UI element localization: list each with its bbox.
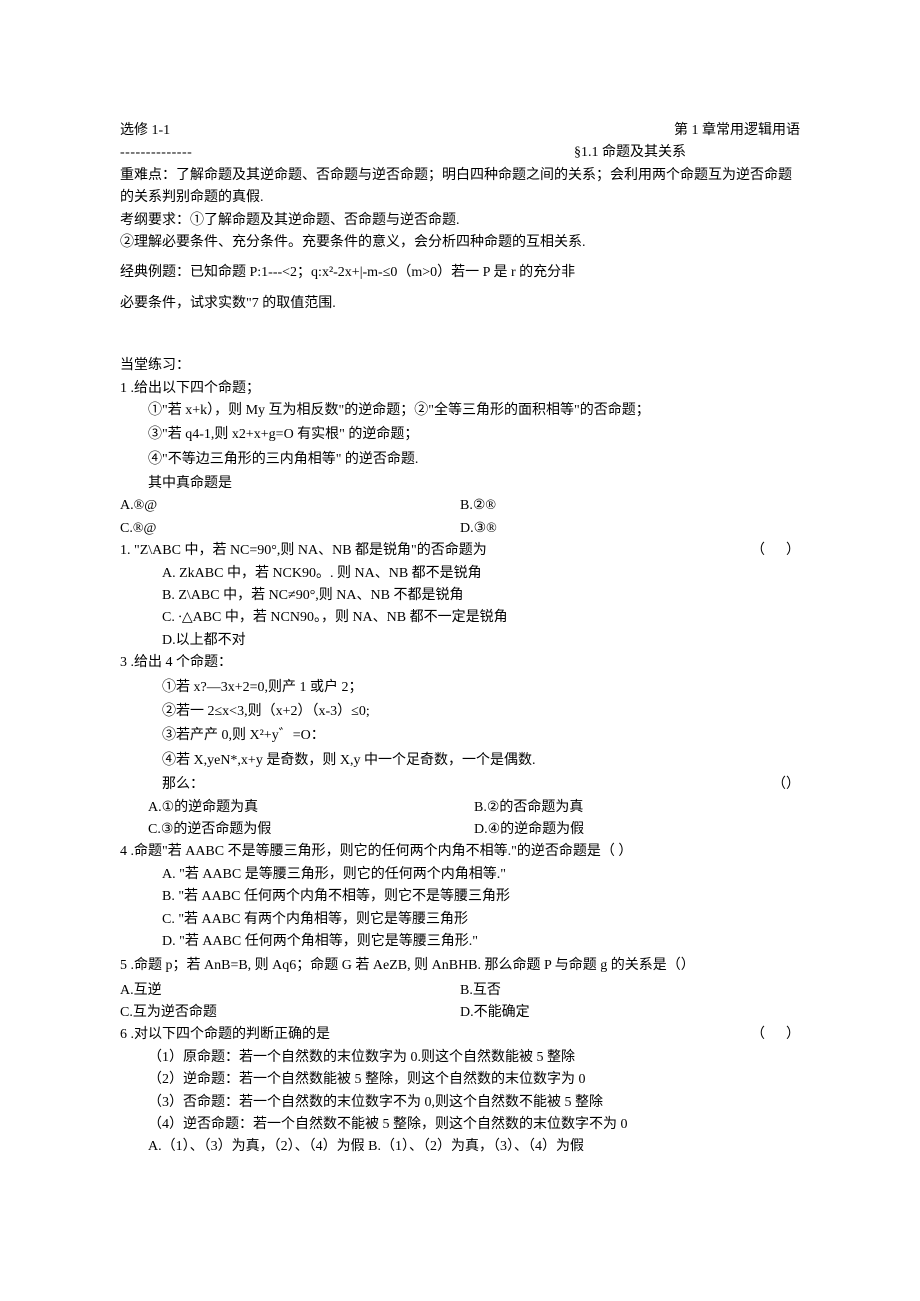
divider: --------------: [120, 142, 460, 164]
q1-option-c: C.®@: [120, 518, 460, 540]
q3-option-c: C.③的逆否命题为假: [148, 819, 474, 841]
q6-stmt-4: （4）逆否命题：若一个自然数不能被 5 整除，则这个自然数的末位数字不为 0: [120, 1114, 800, 1136]
q3-stmt-2: ②若一 2≤x<3,则（x+2）（x-3）≤0;: [120, 701, 800, 723]
q1-option-a: A.®@: [120, 495, 460, 517]
q2-option-b: B. Z\ABC 中，若 NC≠90°,则 NA、NB 不都是锐角: [120, 585, 800, 607]
q2-option-d: D.以上都不对: [120, 630, 800, 652]
section-title: §1.1 命题及其关系: [460, 142, 800, 164]
q3-option-a: A.①的逆命题为真: [148, 797, 474, 819]
chapter-title: 第 1 章常用逻辑用语: [674, 120, 800, 142]
q5-option-a: A.互逆: [120, 980, 460, 1002]
q2-option-a: A. ZkABC 中，若 NCK90。. 则 NA、NB 都不是锐角: [120, 563, 800, 585]
key-points: 重难点：了解命题及其逆命题、否命题与逆否命题；明白四种命题之间的关系；会利用两个…: [120, 165, 800, 210]
q3-stmt-3: ③若产产 0,则 X²+y゛=O：: [120, 725, 800, 747]
q1-stmt-2: ③"若 q4-1,则 x2+x+g=O 有实根" 的逆命题；: [120, 424, 800, 446]
q6-answers: A.（1）、（3）为真，（2）、（4）为假 B.（1）、（2）为真，（3）、（4…: [120, 1136, 800, 1158]
q6-stmt-2: （2）逆命题：若一个自然数能被 5 整除，则这个自然数的末位数字为 0: [120, 1069, 800, 1091]
q2-blank: （ ）: [751, 540, 800, 562]
q5-lead: 5 .命题 p；若 AnB=B, 则 Aq6；命题 G 若 AeZB, 则 An…: [120, 955, 800, 977]
q3-then: 那么：: [162, 774, 772, 796]
q5-option-b: B.互否: [460, 980, 800, 1002]
q3-stmt-1: ①若 x?—3x+2=0,则产 1 或户 2；: [120, 677, 800, 699]
q1-stmt-3: ④"不等边三角形的三内角相等" 的逆否命题.: [120, 449, 800, 471]
q4-option-d: D. "若 AABC 任何两个角相等，则它是等腰三角形.": [120, 931, 800, 953]
q3-option-d: D.④的逆命题为假: [474, 819, 800, 841]
q3-stmt-4: ④若 X,yeN*,x+y 是奇数，则 X,y 中一个足奇数，一个是偶数.: [120, 750, 800, 772]
q2-option-c: C. ∙△ABC 中，若 NCN90。，则 NA、NB 都不一定是锐角: [120, 607, 800, 629]
practice-heading: 当堂练习：: [120, 355, 800, 377]
q5-option-c: C.互为逆否命题: [120, 1002, 460, 1024]
q5-option-d: D.不能确定: [460, 1002, 800, 1024]
q6-stmt-1: （1）原命题：若一个自然数的末位数字为 0.则这个自然数能被 5 整除: [120, 1047, 800, 1069]
q3-blank: （）: [772, 774, 800, 796]
q6-blank: （ ）: [751, 1024, 800, 1046]
q1-option-b: B.②®: [460, 495, 800, 517]
q1-option-d: D.③®: [460, 518, 800, 540]
q4-option-b: B. "若 AABC 任何两个内角不相等，则它不是等腰三角形: [120, 886, 800, 908]
q2-lead: 1. "Z\ABC 中，若 NC=90°,则 NA、NB 都是锐角"的否命题为: [120, 540, 751, 562]
example-line2: 必要条件，试求实数"7 的取值范围.: [120, 293, 800, 315]
q6-lead: 6 .对以下四个命题的判断正确的是: [120, 1024, 751, 1046]
q1-stmt-4: 其中真命题是: [120, 473, 800, 495]
q3-lead: 3 .给出 4 个命题：: [120, 652, 800, 674]
q4-lead: 4 .命题"若 AABC 不是等腰三角形，则它的任何两个内角不相等."的逆否命题…: [120, 841, 800, 863]
q3-option-b: B.②的否命题为真: [474, 797, 800, 819]
q1-stmt-1: ①"若 x+k），则 My 互为相反数"的逆命题；②"全等三角形的面积相等"的否…: [120, 400, 800, 422]
syllabus-1: 考纲要求：①了解命题及其逆命题、否命题与逆否命题.: [120, 210, 800, 232]
doc-series: 选修 1-1: [120, 120, 170, 142]
syllabus-2: ②理解必要条件、充分条件。充要条件的意义，会分析四种命题的互相关系.: [120, 232, 800, 254]
q4-option-a: A. "若 AABC 是等腰三角形，则它的任何两个内角相等.": [120, 864, 800, 886]
q6-stmt-3: （3）否命题：若一个自然数的末位数字不为 0,则这个自然数不能被 5 整除: [120, 1092, 800, 1114]
example-line1: 经典例题：已知命题 P:1---<2；q:x²-2x+|-m-≤0（m>0）若一…: [120, 262, 800, 284]
q1-lead: 1 .给出以下四个命题；: [120, 378, 800, 400]
q4-option-c: C. "若 AABC 有两个内角相等，则它是等腰三角形: [120, 909, 800, 931]
